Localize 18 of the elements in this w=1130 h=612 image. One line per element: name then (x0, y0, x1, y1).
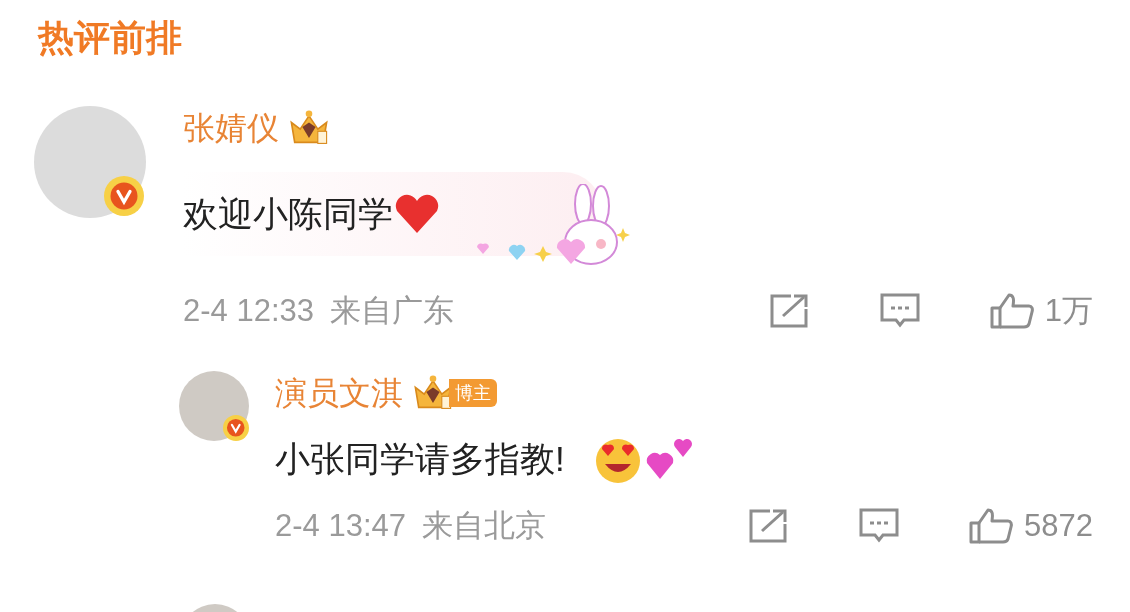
thumbs-up-icon[interactable] (988, 292, 1035, 331)
crown-badge-icon (287, 109, 331, 147)
comment-text: 小张同学请多指教! (275, 437, 565, 480)
heart-icon (393, 193, 441, 235)
share-icon[interactable] (748, 508, 789, 545)
username[interactable]: 演员文淇 (275, 368, 403, 417)
comment-location: 来自广东 (330, 292, 454, 330)
comment-time: 2-4 12:33 (183, 292, 314, 330)
comment-location: 来自北京 (422, 507, 546, 545)
username[interactable]: 张婧仪 (183, 104, 279, 152)
comment-time: 2-4 13:47 (275, 507, 406, 545)
blogger-tag: 博主 (449, 378, 497, 407)
section-title: 热评前排 (38, 16, 183, 60)
comment-text: 欢迎小陈同学 (183, 192, 393, 235)
thumbs-up-icon[interactable] (968, 507, 1015, 546)
like-count: 5872 (1024, 507, 1093, 545)
share-icon[interactable] (768, 293, 809, 330)
like-count: 1万 (1044, 292, 1093, 330)
